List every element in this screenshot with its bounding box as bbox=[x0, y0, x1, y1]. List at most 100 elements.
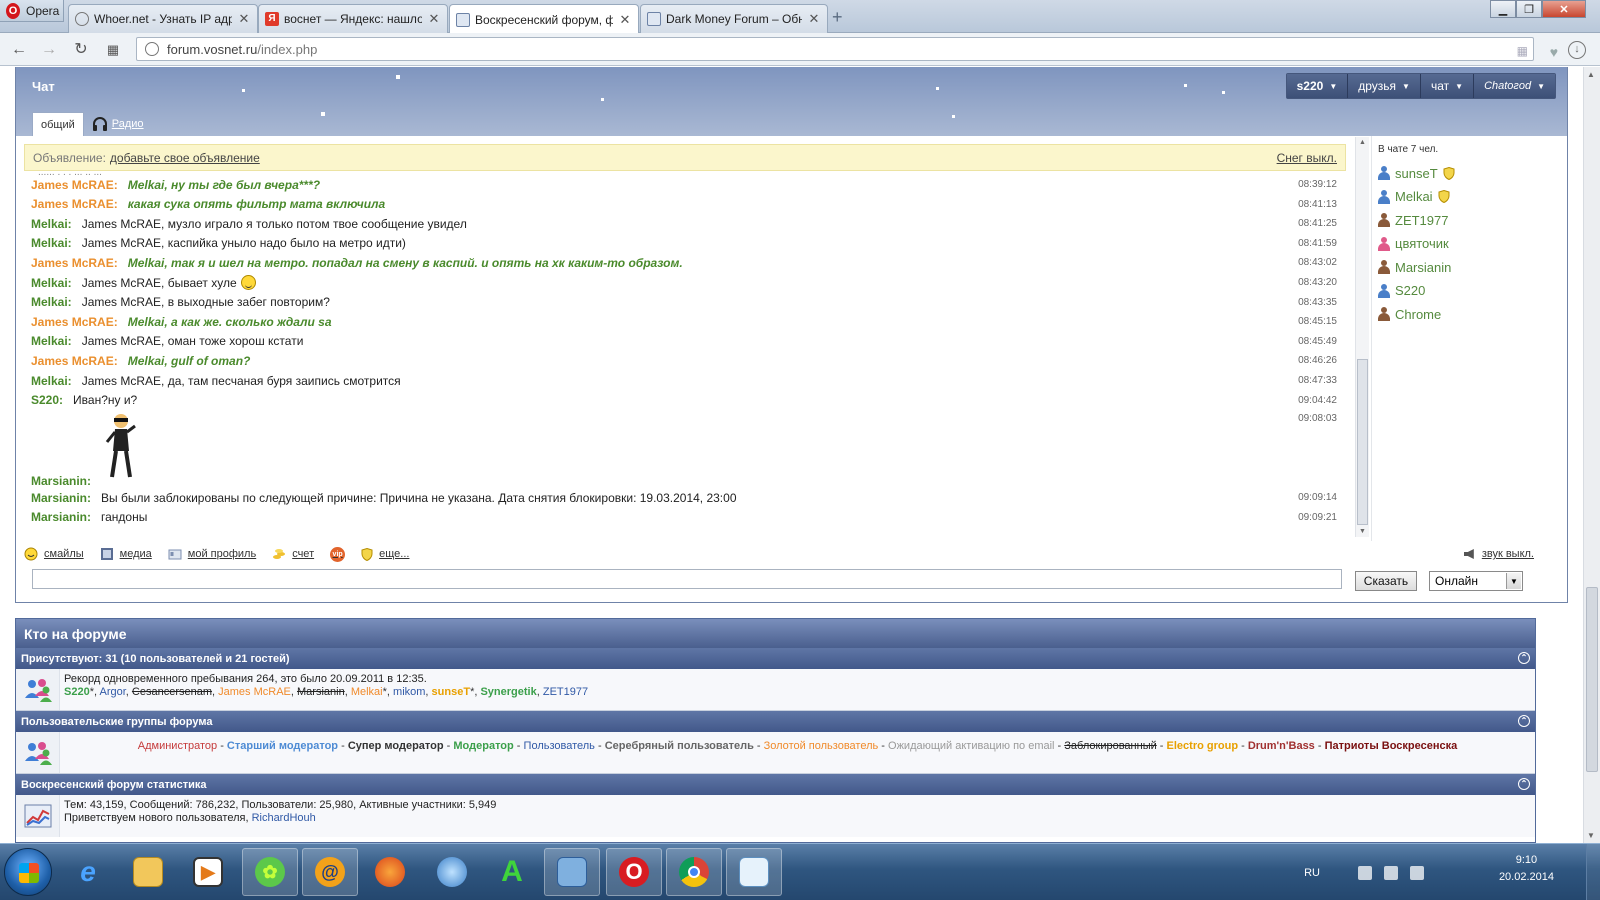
opera-taskbar-icon[interactable]: O bbox=[606, 848, 662, 896]
message-author[interactable]: James McRAE: bbox=[31, 256, 118, 270]
message-author[interactable]: S220: bbox=[31, 393, 63, 407]
group-link[interactable]: Старший модератор bbox=[227, 740, 338, 752]
media-button[interactable]: медиа bbox=[100, 547, 152, 561]
new-tab-button[interactable]: + bbox=[832, 7, 843, 28]
message-author[interactable]: James McRAE: bbox=[31, 197, 118, 211]
opera-menu-button[interactable]: O Opera bbox=[0, 0, 64, 22]
firefox-icon[interactable] bbox=[362, 848, 418, 896]
group-link[interactable]: Модератор bbox=[453, 740, 513, 752]
chatogod-menu[interactable]: Chatoгod ▼ bbox=[1474, 74, 1555, 98]
say-button[interactable]: Сказать bbox=[1355, 571, 1417, 591]
snow-toggle-link[interactable]: Снег выкл. bbox=[1277, 151, 1337, 165]
browser-tab-vosnet[interactable]: Воскресенский форум, ф ✕ bbox=[449, 4, 639, 34]
chat-user[interactable]: цвяточик bbox=[1378, 235, 1449, 253]
collapse-icon[interactable]: ⌃ bbox=[1518, 715, 1530, 727]
message-author[interactable]: Melkai: bbox=[31, 276, 72, 290]
collapse-icon[interactable]: ⌃ bbox=[1518, 778, 1530, 790]
message-author[interactable]: James McRAE: bbox=[31, 315, 118, 329]
icq-icon[interactable]: ✿ bbox=[242, 848, 298, 896]
tray-flag-icon[interactable] bbox=[1358, 865, 1372, 880]
control-panel-icon[interactable] bbox=[544, 848, 600, 896]
online-user-link[interactable]: Melkai bbox=[351, 686, 383, 698]
chat-user[interactable]: Marsianin bbox=[1378, 258, 1451, 276]
user-menu[interactable]: s220 ▼ bbox=[1286, 74, 1349, 98]
page-scroll-thumb[interactable] bbox=[1586, 587, 1598, 772]
online-user-link[interactable]: James McRAE bbox=[218, 686, 291, 698]
message-author[interactable]: Melkai: bbox=[31, 295, 72, 309]
maximize-button[interactable]: ❐ bbox=[1516, 0, 1542, 18]
internet-explorer-icon[interactable]: e bbox=[60, 848, 116, 896]
notepad-icon[interactable] bbox=[726, 848, 782, 896]
url-field[interactable]: forum.vosnet.ru/index.php bbox=[136, 37, 1534, 61]
close-window-button[interactable]: ✕ bbox=[1542, 0, 1586, 18]
chrome-icon[interactable] bbox=[666, 848, 722, 896]
group-link[interactable]: Золотой пользователь bbox=[764, 740, 879, 752]
forward-arrow-icon[interactable]: → bbox=[40, 41, 58, 59]
tab-general[interactable]: общий bbox=[32, 112, 84, 136]
message-author[interactable]: James McRAE: bbox=[31, 354, 118, 368]
message-author[interactable]: Melkai: bbox=[31, 217, 72, 231]
online-user-link[interactable]: Argor bbox=[100, 686, 126, 698]
online-user-link[interactable]: ZET1977 bbox=[543, 686, 588, 698]
mail-agent-icon[interactable]: @ bbox=[302, 848, 358, 896]
message-author[interactable]: Marsianin: bbox=[31, 474, 91, 488]
browser-tab-yandex[interactable]: Я воснет — Яндекс: нашлось ✕ bbox=[258, 4, 448, 33]
chat-message-input[interactable] bbox=[32, 569, 1342, 589]
clock[interactable]: 9:10 20.02.2014 bbox=[1499, 852, 1554, 886]
close-tab-icon[interactable]: ✕ bbox=[237, 11, 251, 27]
group-link[interactable]: Серебряный пользователь bbox=[605, 740, 754, 752]
language-indicator[interactable]: RU bbox=[1304, 867, 1320, 879]
scroll-up-icon[interactable]: ▲ bbox=[1587, 70, 1595, 79]
online-user-link[interactable]: Marsianin bbox=[297, 686, 345, 698]
close-tab-icon[interactable]: ✕ bbox=[427, 11, 441, 27]
scroll-down-icon[interactable]: ▼ bbox=[1587, 831, 1595, 840]
sound-toggle[interactable]: звук выкл. bbox=[1463, 548, 1534, 560]
heart-icon[interactable]: ♥ bbox=[1550, 44, 1558, 60]
chat-user[interactable]: sunseT bbox=[1378, 164, 1455, 182]
message-author[interactable]: Melkai: bbox=[31, 236, 72, 250]
page-scrollbar[interactable]: ▲ ▼ bbox=[1583, 67, 1600, 843]
message-author[interactable]: Melkai: bbox=[31, 334, 72, 348]
more-button[interactable]: еще... bbox=[361, 547, 409, 561]
online-user-link[interactable]: S220 bbox=[64, 686, 90, 698]
chat-user[interactable]: Melkai bbox=[1378, 188, 1450, 206]
message-author[interactable]: Melkai: bbox=[31, 374, 72, 388]
chat-scroll-thumb[interactable] bbox=[1357, 359, 1368, 525]
agent-a-icon[interactable]: A bbox=[484, 848, 540, 896]
scroll-up-icon[interactable]: ▲ bbox=[1359, 139, 1366, 146]
chat-user[interactable]: S220 bbox=[1378, 282, 1425, 300]
media-player-icon[interactable]: ▶ bbox=[180, 848, 236, 896]
show-desktop-button[interactable] bbox=[1586, 844, 1600, 900]
message-author[interactable]: Marsianin: bbox=[31, 510, 91, 524]
status-select[interactable]: Онлайн ▼ bbox=[1429, 571, 1523, 591]
chat-menu-dropdown[interactable]: чат ▼ bbox=[1420, 74, 1475, 98]
chat-user[interactable]: ZET1977 bbox=[1378, 211, 1448, 229]
folder-icon[interactable] bbox=[120, 848, 176, 896]
collapse-icon[interactable]: ⌃ bbox=[1518, 652, 1530, 664]
online-user-link[interactable]: Cesancersenam bbox=[132, 686, 212, 698]
smileys-button[interactable]: смайлы bbox=[24, 547, 84, 561]
my-profile-button[interactable]: мой профиль bbox=[168, 547, 256, 561]
group-link[interactable]: Заблокированный bbox=[1064, 740, 1156, 752]
group-link[interactable]: Администратор bbox=[138, 740, 217, 752]
online-user-link[interactable]: mikom bbox=[393, 686, 425, 698]
account-button[interactable]: счет bbox=[272, 547, 314, 561]
online-user-link[interactable]: Synergetik bbox=[480, 686, 536, 698]
group-link[interactable]: Пользователь bbox=[524, 740, 595, 752]
group-link[interactable]: Ожидающий активацию по email bbox=[888, 740, 1054, 752]
group-link[interactable]: Drum'n'Bass bbox=[1248, 740, 1315, 752]
group-link[interactable]: Electro group bbox=[1167, 740, 1239, 752]
newest-user-link[interactable]: RichardHouh bbox=[252, 812, 316, 824]
back-arrow-icon[interactable]: ← bbox=[10, 41, 28, 59]
group-link[interactable]: Супер модератор bbox=[348, 740, 444, 752]
chevron-down-icon[interactable]: ▼ bbox=[1506, 573, 1521, 589]
vip-button[interactable]: vip bbox=[330, 546, 346, 562]
tab-radio[interactable]: Радио bbox=[92, 116, 144, 132]
group-link[interactable]: Патриоты Воскресенска bbox=[1325, 740, 1458, 752]
chat-user[interactable]: Chrome bbox=[1378, 305, 1441, 323]
tray-network-icon[interactable] bbox=[1384, 865, 1398, 880]
minimize-button[interactable]: ▁ bbox=[1490, 0, 1516, 18]
message-author[interactable]: Marsianin: bbox=[31, 491, 91, 505]
online-user-link[interactable]: sunseT bbox=[432, 686, 471, 698]
add-announcement-link[interactable]: добавьте свое объявление bbox=[110, 151, 260, 165]
